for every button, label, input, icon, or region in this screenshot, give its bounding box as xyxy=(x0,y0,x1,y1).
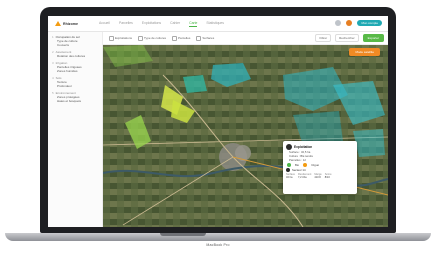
satellite-mode-button[interactable]: Mode satellite xyxy=(349,48,380,56)
account-button[interactable]: Mon compte xyxy=(357,20,382,26)
notification-icon[interactable] xyxy=(346,20,353,26)
filter-parcelles[interactable]: Parcelles xyxy=(172,35,191,41)
popup-subtitle: Secteur 14 xyxy=(292,168,306,172)
logo-text: Rhizome xyxy=(63,21,78,26)
filter-surfaces[interactable]: Surfaces xyxy=(196,35,215,41)
filter-exploitations[interactable]: Exploitations xyxy=(109,35,133,41)
sidebar-item-number: 4 xyxy=(52,76,54,80)
filter-label: Exploitations xyxy=(115,36,133,40)
nav-item[interactable]: Parcelles xyxy=(119,21,133,27)
filter-label: Type de cultures xyxy=(144,36,167,40)
sidebar-item-number: 3 xyxy=(52,61,54,65)
sidebar-subitem[interactable]: Rotation des cultures xyxy=(57,54,102,58)
table-cell: 32 ha xyxy=(286,176,293,179)
checkbox-icon xyxy=(138,35,144,41)
nav-item[interactable]: Cahier xyxy=(170,21,180,27)
header-actions: Mon compte xyxy=(335,20,382,26)
filter-label: Surfaces xyxy=(202,36,215,40)
popup-line: Parcelles : 12 xyxy=(289,158,306,162)
popup-subsection: Secteur 14 xyxy=(286,168,357,172)
checkbox-icon xyxy=(196,35,202,41)
sidebar-item-number: 5 xyxy=(52,91,54,95)
sidebar-item-number: 2 xyxy=(52,50,54,54)
map-imagery xyxy=(103,45,388,227)
help-icon[interactable] xyxy=(335,20,342,26)
table-cell: 7,2 t/ha xyxy=(297,176,307,179)
app-header: Rhizome Accueil Parcelles Exploitations … xyxy=(48,16,388,32)
logo-icon xyxy=(55,21,61,26)
filter-label: Parcelles xyxy=(178,36,191,40)
tag-dot-icon xyxy=(287,163,291,167)
tag-label: Irrigué xyxy=(311,163,319,167)
sidebar-subitem[interactable]: Couverts xyxy=(57,43,102,47)
app-screen: Rhizome Accueil Parcelles Exploitations … xyxy=(48,16,388,227)
table-cell: 410 € xyxy=(314,176,321,179)
checkbox-icon xyxy=(172,35,178,41)
filter-cultures[interactable]: Type de cultures xyxy=(138,35,167,41)
sector-icon xyxy=(286,168,290,172)
sidebar-subitem[interactable]: Profondeur xyxy=(57,84,102,88)
nav-item-active[interactable]: Carte xyxy=(189,21,198,27)
tag-label: Bio xyxy=(295,163,300,167)
sidebar-subitem[interactable]: Zones humides xyxy=(57,69,102,73)
main-nav: Accueil Parcelles Exploitations Cahier C… xyxy=(99,21,224,27)
nav-item[interactable]: Accueil xyxy=(99,21,110,27)
tag-dot-icon xyxy=(303,163,308,167)
screen-bezel: Rhizome Accueil Parcelles Exploitations … xyxy=(40,7,396,233)
table-cell: 8/10 xyxy=(324,176,330,179)
device-label: MacBook Pro xyxy=(206,243,230,247)
nav-item[interactable]: Statistiques xyxy=(206,21,224,27)
laptop-frame: Rhizome Accueil Parcelles Exploitations … xyxy=(5,7,431,247)
popup-tags: Bio Irrigué xyxy=(287,163,357,167)
parcel-popup: Exploitation Surface : 32,5 ha Culture :… xyxy=(283,141,357,194)
checkbox-icon xyxy=(109,35,114,41)
export-button[interactable]: Exporter xyxy=(362,34,384,42)
sidebar-item-number: 1 xyxy=(52,35,54,39)
toolbar-actions: Filtrer Rechercher Exporter xyxy=(315,34,384,42)
laptop-base xyxy=(5,233,431,241)
satellite-map[interactable]: Mode satellite xyxy=(103,45,388,227)
filter-button[interactable]: Filtrer xyxy=(315,34,332,42)
popup-title: Exploitation xyxy=(294,145,313,149)
search-button[interactable]: Rechercher xyxy=(335,34,359,42)
app-logo[interactable]: Rhizome xyxy=(55,21,99,26)
map-toolbar: Exploitations Type de cultures Parcelles… xyxy=(103,32,388,45)
nav-item[interactable]: Exploitations xyxy=(142,21,161,27)
sidebar: 1 Occupation du sol Type de culture Couve… xyxy=(48,32,103,227)
laptop-notch xyxy=(160,233,206,236)
popup-stats-table: Surface Rendement Marge Score 32 ha 7,2 … xyxy=(286,173,335,179)
sidebar-subitem[interactable]: Haies et bosquets xyxy=(57,99,102,103)
